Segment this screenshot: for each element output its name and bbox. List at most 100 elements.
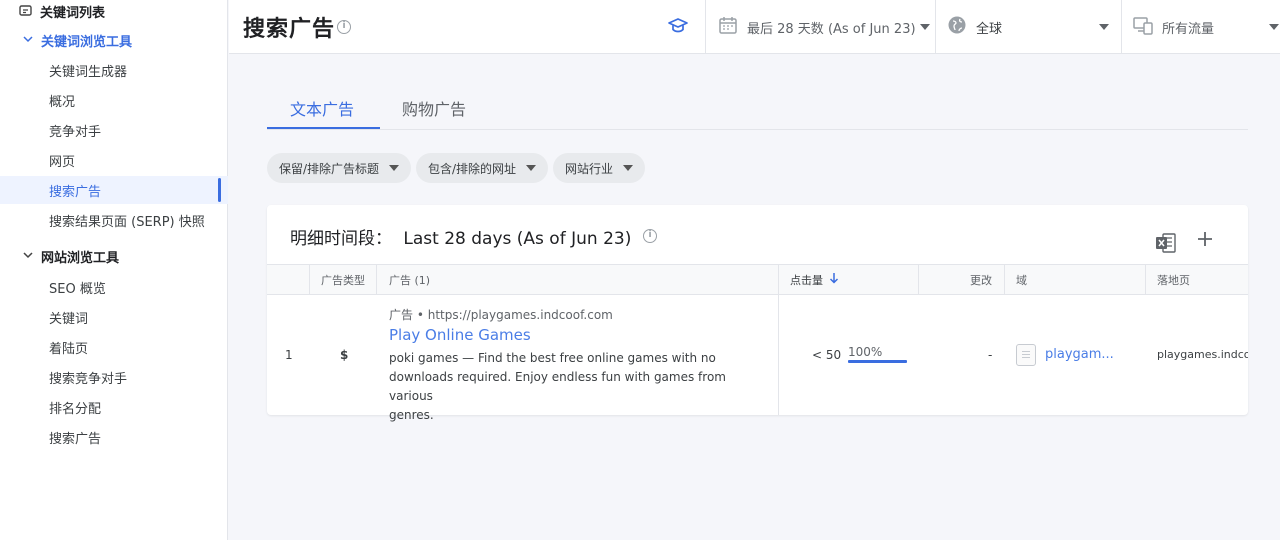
- info-icon[interactable]: i: [643, 229, 657, 243]
- filter-industry[interactable]: 网站行业: [553, 153, 646, 183]
- sidebar-section-website-tools[interactable]: 网站浏览工具: [0, 242, 228, 270]
- column-header-landing-page[interactable]: 落地页: [1157, 265, 1190, 294]
- sidebar-item-keywords[interactable]: 关键词: [0, 303, 228, 331]
- column-divider: [918, 265, 919, 294]
- change-value: -: [988, 348, 993, 362]
- sidebar-item-seo-overview[interactable]: SEO 概览: [0, 273, 228, 301]
- date-range-selector[interactable]: 最后 28 天数 (As of Jun 23): [718, 0, 930, 54]
- results-card: 明细时间段： Last 28 days (As of Jun 23) i 广告类…: [267, 205, 1248, 422]
- filter-label: 保留/排除广告标题: [279, 161, 380, 176]
- devices-icon: [1133, 15, 1155, 39]
- card-title-prefix: 明细时间段：: [290, 229, 392, 249]
- sidebar-item-label: 搜索广告: [49, 184, 102, 200]
- sidebar-item-search-competitors[interactable]: 搜索竞争对手: [0, 363, 228, 391]
- sidebar-item-label: 网页: [49, 154, 76, 170]
- page-title: 搜索广告: [243, 17, 336, 42]
- sidebar-item-label: 关键词列表: [40, 5, 106, 21]
- document-icon: [1016, 344, 1036, 366]
- caret-down-icon: [1099, 24, 1109, 30]
- graduation-cap-icon[interactable]: [667, 15, 689, 41]
- column-divider: [309, 265, 310, 294]
- sidebar-item-label: 搜索广告: [49, 431, 102, 447]
- sidebar-section-keyword-tools[interactable]: 关键词浏览工具: [0, 26, 228, 54]
- column-divider: [778, 295, 779, 415]
- sidebar-section-title: 网站浏览工具: [41, 250, 120, 266]
- column-header-clicks-label: 点击量: [790, 273, 823, 287]
- sidebar-item-label: SEO 概览: [49, 281, 106, 297]
- header-divider: [935, 0, 936, 54]
- chevron-down-icon: [18, 251, 38, 262]
- sidebar-item-search-ads[interactable]: 搜索广告: [0, 176, 228, 204]
- ad-source: 广告 • https://playgames.indcoof.com: [389, 308, 613, 322]
- tab-shopping-ads[interactable]: 购物广告: [402, 96, 466, 120]
- excel-export-icon[interactable]: [1155, 232, 1177, 258]
- column-header-clicks[interactable]: 点击量: [790, 265, 839, 294]
- sidebar-item-competitors[interactable]: 竞争对手: [0, 116, 228, 144]
- column-header-change[interactable]: 更改: [970, 265, 992, 294]
- sidebar-item-keyword-list[interactable]: 关键词列表: [0, 0, 228, 25]
- column-divider: [778, 265, 779, 294]
- sidebar: 关键词列表 关键词浏览工具 关键词生成器 概况 竞争对手 网页 搜索广告 搜索结…: [0, 0, 228, 540]
- region-selector[interactable]: 全球: [947, 0, 1109, 54]
- ad-description-line: genres.: [389, 408, 434, 422]
- header-divider: [1121, 0, 1122, 54]
- sort-descending-icon: [829, 272, 839, 287]
- ad-description: poki games — Find the best free online g…: [389, 349, 769, 425]
- clicks-share: 100%: [848, 345, 883, 359]
- clicks-share-bar: [848, 360, 907, 363]
- ad-title-link[interactable]: Play Online Games: [389, 326, 531, 344]
- sidebar-item-webpages[interactable]: 网页: [0, 146, 228, 174]
- sidebar-item-label: 着陆页: [49, 341, 89, 357]
- tabs-divider: [267, 129, 1248, 130]
- tab-text-ads[interactable]: 文本广告: [290, 96, 354, 120]
- caret-down-icon: [919, 24, 930, 30]
- card-title: 明细时间段： Last 28 days (As of Jun 23): [290, 224, 631, 249]
- active-tab-indicator: [267, 127, 380, 129]
- traffic-value: 所有流量: [1162, 21, 1215, 37]
- ad-type-value: $: [340, 348, 349, 362]
- traffic-selector[interactable]: 所有流量: [1133, 0, 1279, 54]
- column-header-domain[interactable]: 域: [1016, 265, 1027, 294]
- sidebar-item-site-search-ads[interactable]: 搜索广告: [0, 423, 228, 451]
- globe-icon: [947, 15, 967, 39]
- filter-ad-title[interactable]: 保留/排除广告标题: [267, 153, 412, 183]
- info-icon[interactable]: i: [337, 20, 351, 34]
- sidebar-item-label: 关键词: [49, 311, 89, 327]
- filter-label: 网站行业: [565, 161, 614, 176]
- sidebar-section-title: 关键词浏览工具: [41, 34, 133, 50]
- sidebar-item-landing-pages[interactable]: 着陆页: [0, 333, 228, 361]
- table-header: 广告类型 广告 (1) 点击量 更改 域 落地页: [267, 264, 1248, 295]
- filter-url[interactable]: 包含/排除的网址: [416, 153, 549, 183]
- sidebar-item-label: 竞争对手: [49, 124, 102, 140]
- list-icon: [18, 4, 34, 18]
- sidebar-item-keyword-generator[interactable]: 关键词生成器: [0, 56, 228, 84]
- filter-label: 包含/排除的网址: [428, 161, 517, 176]
- add-icon[interactable]: [1197, 230, 1213, 252]
- sidebar-item-label: 搜索结果页面 (SERP) 快照: [49, 214, 205, 230]
- sidebar-item-serp-snapshot[interactable]: 搜索结果页面 (SERP) 快照: [0, 206, 228, 234]
- domain-link[interactable]: playgam...: [1045, 347, 1114, 362]
- sidebar-item-label: 关键词生成器: [49, 64, 128, 80]
- ad-description-line: downloads required. Enjoy endless fun wi…: [389, 370, 726, 403]
- caret-down-icon: [526, 165, 537, 171]
- region-value: 全球: [976, 21, 1003, 37]
- sidebar-item-label: 概况: [49, 94, 76, 110]
- sidebar-item-label: 搜索竞争对手: [49, 371, 128, 387]
- caret-down-icon: [1269, 24, 1279, 30]
- card-title-period: Last 28 days (As of Jun 23): [403, 229, 632, 249]
- caret-down-icon: [623, 165, 634, 171]
- column-divider: [376, 265, 377, 294]
- calendar-icon: [718, 15, 738, 39]
- header-divider: [705, 0, 706, 54]
- date-range-value: 最后 28 天数 (As of Jun 23): [747, 21, 916, 37]
- column-divider: [1004, 265, 1005, 294]
- column-divider: [1145, 265, 1146, 294]
- column-header-ad[interactable]: 广告 (1): [389, 265, 430, 294]
- landing-page-value[interactable]: playgames.indco: [1157, 348, 1248, 361]
- column-header-ad-type[interactable]: 广告类型: [321, 265, 365, 294]
- ad-description-line: poki games — Find the best free online g…: [389, 351, 716, 365]
- caret-down-icon: [389, 165, 400, 171]
- sidebar-item-rank-distribution[interactable]: 排名分配: [0, 393, 228, 421]
- sidebar-item-overview[interactable]: 概况: [0, 86, 228, 114]
- clicks-value: < 50: [812, 348, 842, 362]
